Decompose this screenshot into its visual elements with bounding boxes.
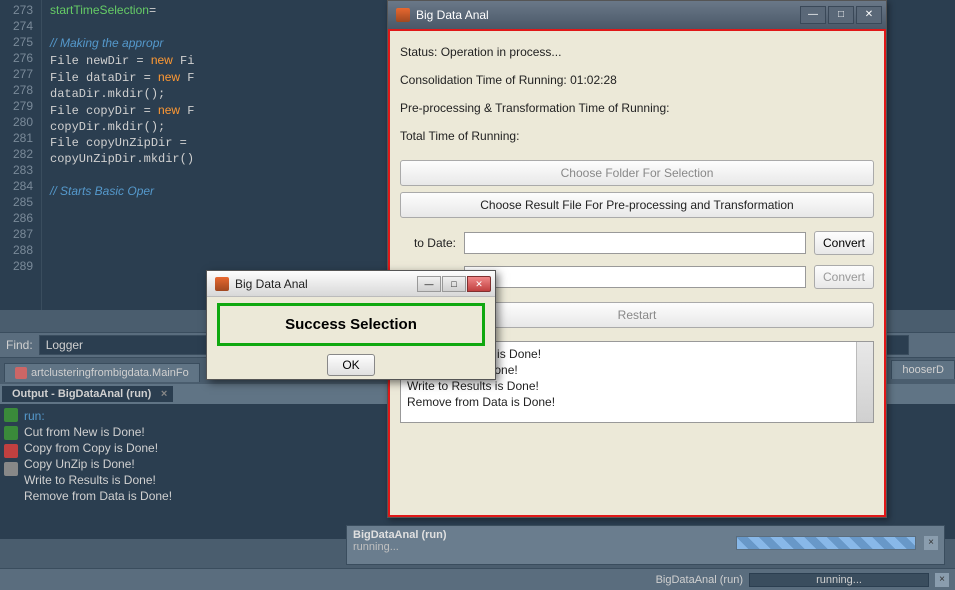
- ok-button[interactable]: OK: [327, 354, 375, 376]
- scrollbar[interactable]: [856, 342, 873, 422]
- success-message: Success Selection: [226, 316, 476, 333]
- convert-date-button[interactable]: Convert: [814, 231, 874, 255]
- window-title: Big Data Anal: [416, 8, 800, 22]
- running-task-bar: BigDataAnal (run) running... ×: [346, 525, 945, 565]
- close-icon[interactable]: ×: [161, 388, 167, 400]
- output-tab[interactable]: Output - BigDataAnal (run)×: [2, 386, 173, 402]
- maximize-button[interactable]: □: [442, 276, 466, 292]
- big-data-anal-window: Big Data Anal — □ ✕ Status: Operation in…: [387, 0, 887, 518]
- find-label: Find:: [6, 338, 33, 352]
- output-text[interactable]: run: Cut from New is Done! Copy from Cop…: [24, 404, 172, 508]
- consolidation-text: Consolidation Time of Running: 01:02:28: [400, 73, 874, 87]
- output-toolbar: [0, 404, 24, 508]
- to-date-row: to Date: Convert: [400, 231, 874, 255]
- close-button[interactable]: ✕: [856, 6, 882, 24]
- settings-icon[interactable]: [4, 462, 18, 476]
- maximize-button[interactable]: □: [828, 6, 854, 24]
- to-date-input[interactable]: [464, 232, 806, 254]
- stop-icon[interactable]: [4, 444, 18, 458]
- status-progress: running...: [749, 573, 929, 587]
- preprocess-text: Pre-processing & Transformation Time of …: [400, 101, 874, 115]
- run-icon[interactable]: [4, 426, 18, 440]
- success-dialog: Big Data Anal — □ ✕ Success Selection OK: [206, 270, 496, 380]
- minimize-button[interactable]: —: [417, 276, 441, 292]
- status-task: BigDataAnal (run): [656, 574, 743, 586]
- to-date-label: to Date:: [400, 236, 456, 250]
- java-file-icon: [15, 367, 27, 379]
- file-tab[interactable]: artclusteringfrombigdata.MainFo: [4, 363, 200, 382]
- code-area[interactable]: startTimeSelection= // Making the approp…: [42, 0, 202, 310]
- java-icon: [396, 8, 410, 22]
- close-button[interactable]: ✕: [467, 276, 491, 292]
- dialog-body: Success Selection OK: [207, 297, 495, 382]
- close-icon[interactable]: ×: [935, 573, 949, 587]
- rerun-icon[interactable]: [4, 408, 18, 422]
- dialog-title: Big Data Anal: [235, 277, 417, 291]
- progress-bar: [736, 536, 916, 550]
- minimize-button[interactable]: —: [800, 6, 826, 24]
- dialog-titlebar[interactable]: Big Data Anal — □ ✕: [207, 271, 495, 297]
- choose-folder-button[interactable]: Choose Folder For Selection: [400, 160, 874, 186]
- to-ip-input[interactable]: [464, 266, 806, 288]
- java-icon: [215, 277, 229, 291]
- window-titlebar[interactable]: Big Data Anal — □ ✕: [388, 1, 886, 29]
- file-tab-right[interactable]: hooserD: [891, 360, 955, 379]
- choose-result-button[interactable]: Choose Result File For Pre-processing an…: [400, 192, 874, 218]
- total-text: Total Time of Running:: [400, 129, 874, 143]
- line-gutter: 2732742752762772782792802812822832842852…: [0, 0, 42, 310]
- convert-ip-button[interactable]: Convert: [814, 265, 874, 289]
- success-box: Success Selection: [217, 303, 485, 346]
- status-text: Status: Operation in process...: [400, 45, 874, 59]
- close-icon[interactable]: ×: [924, 536, 938, 550]
- status-bar: BigDataAnal (run) running... ×: [0, 568, 955, 590]
